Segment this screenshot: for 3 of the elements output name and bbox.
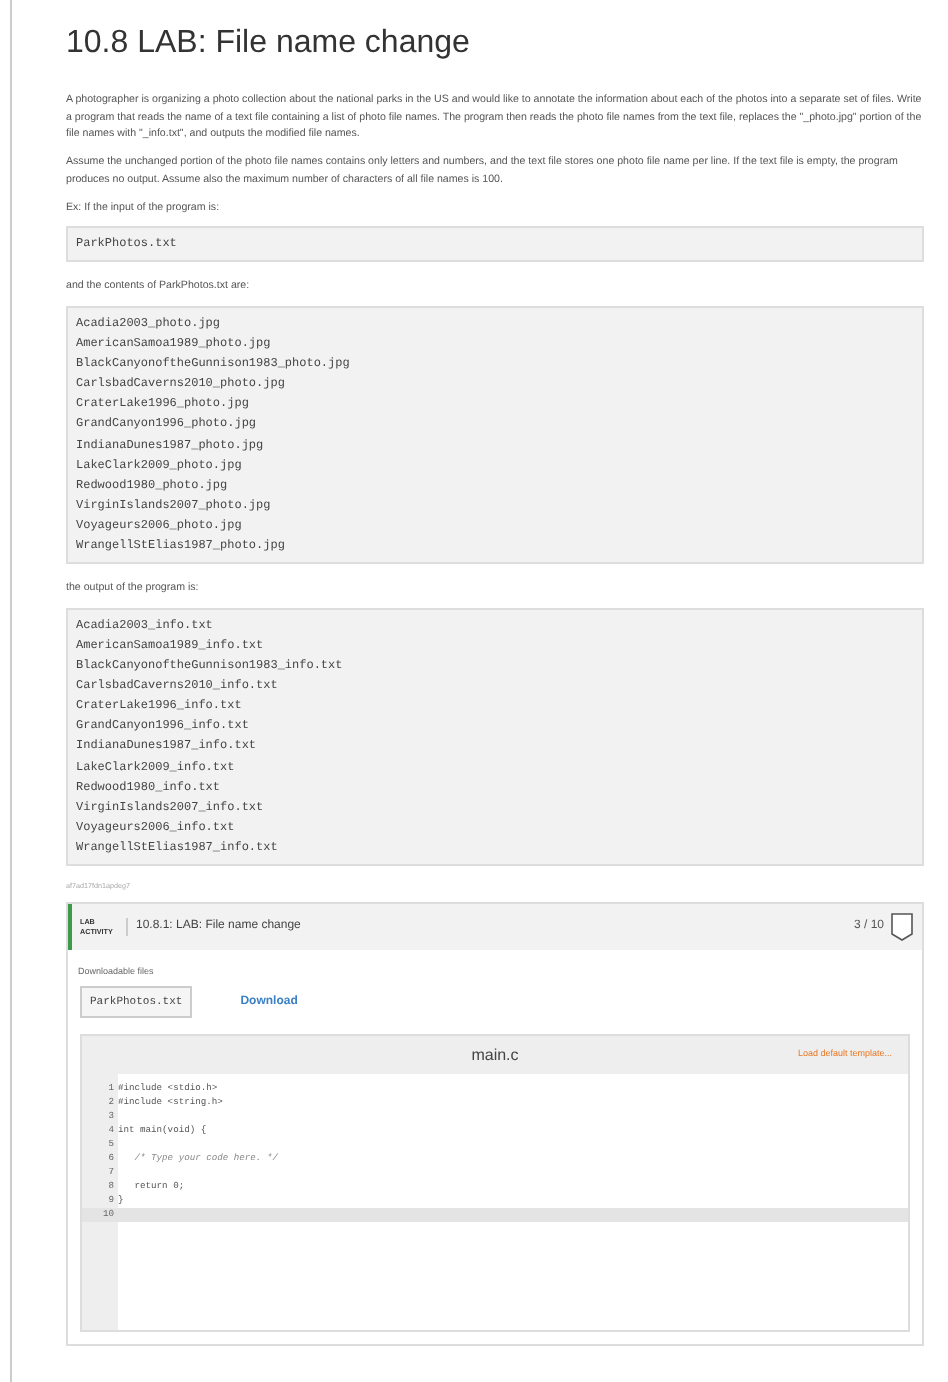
file-name: main.c <box>471 1043 519 1068</box>
badge-icon <box>890 912 914 943</box>
page-title: 10.8 LAB: File name change <box>66 24 472 64</box>
